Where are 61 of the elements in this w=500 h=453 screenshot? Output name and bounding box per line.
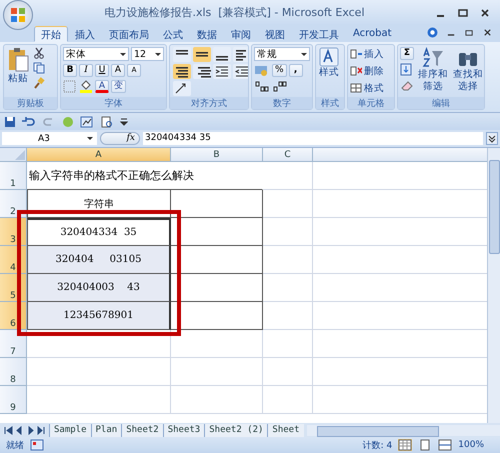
table-cell: 12345678901 <box>27 302 171 330</box>
ribbon-tab[interactable]: 视图 <box>258 26 292 42</box>
zoom-level[interactable]: 100% <box>458 440 484 450</box>
font-color-button[interactable]: A <box>95 80 109 93</box>
find-select-button[interactable]: 查找和 选择 <box>452 47 484 97</box>
ribbon-tab[interactable]: 插入 <box>68 26 102 42</box>
column-header[interactable]: B <box>171 148 263 162</box>
table-cell: 320404334 35 <box>27 218 171 246</box>
table-cell: 输入字符串的格式不正确怎么解决 <box>27 162 263 190</box>
group-label: 单元格 <box>348 97 394 109</box>
sheet-tab[interactable]: Sheet3 <box>162 424 204 436</box>
ribbon-tab[interactable]: 数据 <box>190 26 224 42</box>
formula-input[interactable]: 320404334 35 <box>143 132 483 145</box>
table-cell: 320404 03105 <box>27 246 171 274</box>
row-header[interactable]: 7 <box>0 330 27 358</box>
group-label: 剪贴板 <box>4 97 57 109</box>
name-box[interactable]: A3 <box>2 132 97 145</box>
delete-cells-button[interactable]: 删除 <box>350 64 392 78</box>
ribbon-tab[interactable]: 开始 <box>34 26 68 42</box>
ribbon-tab[interactable]: 开发工具 <box>292 26 346 42</box>
paste-button[interactable]: 粘贴 <box>6 47 30 97</box>
group-label: 字体 <box>61 97 166 109</box>
sheet-tab[interactable]: Sample <box>49 424 91 436</box>
font-name-dropdown[interactable]: 宋体 <box>63 47 129 61</box>
underline-button[interactable]: U <box>95 64 109 77</box>
row-header[interactable]: 9 <box>0 386 27 414</box>
phonetic-button[interactable]: 变 <box>111 80 126 93</box>
column-header[interactable]: A <box>27 148 171 162</box>
styles-button[interactable]: 样式 <box>318 47 340 97</box>
bold-button[interactable]: B <box>63 64 77 77</box>
ribbon-tab[interactable]: 审阅 <box>224 26 258 42</box>
sheet-tab[interactable]: Sheet <box>267 424 304 436</box>
percent-button[interactable]: % <box>272 64 287 77</box>
insert-cells-button[interactable]: 插入 <box>350 47 392 61</box>
autosum-button[interactable]: Σ <box>400 47 414 60</box>
status-text: 就绪 <box>6 440 24 452</box>
ribbon-tab[interactable]: Acrobat <box>346 26 399 42</box>
number-format-dropdown[interactable]: 常规 <box>254 47 310 61</box>
sort-filter-button[interactable]: 排序和 筛选 <box>417 47 449 97</box>
group-label: 编辑 <box>398 97 484 109</box>
comma-button[interactable]: , <box>288 64 303 77</box>
sheet-tab[interactable]: Sheet2 <box>121 424 163 436</box>
sheet-tab[interactable]: Plan <box>90 424 122 436</box>
window-title: 电力设施检修报告.xls [兼容模式] - Microsoft Excel <box>103 5 366 20</box>
group-label: 数字 <box>252 97 312 109</box>
group-label: 对齐方式 <box>170 97 248 109</box>
insert-function-button[interactable]: fx <box>100 132 140 145</box>
table-cell: 320404003 43 <box>27 274 171 302</box>
font-size-dropdown[interactable]: 12 <box>131 47 164 61</box>
grow-font-button[interactable]: A <box>111 64 125 77</box>
ribbon-tab[interactable]: 页面布局 <box>102 26 156 42</box>
sheet-tab[interactable]: Sheet2 (2) <box>204 424 268 436</box>
ribbon-tab[interactable]: 公式 <box>156 26 190 42</box>
row-header[interactable]: 2 <box>0 190 27 218</box>
group-label: 样式 <box>316 97 344 109</box>
row-header[interactable]: 1 <box>0 162 27 190</box>
format-cells-button[interactable]: 格式 <box>350 81 392 95</box>
italic-button[interactable]: I <box>79 64 93 77</box>
status-count: 计数: 4 <box>362 440 392 452</box>
row-header[interactable]: 8 <box>0 358 27 386</box>
column-header[interactable]: C <box>263 148 313 162</box>
